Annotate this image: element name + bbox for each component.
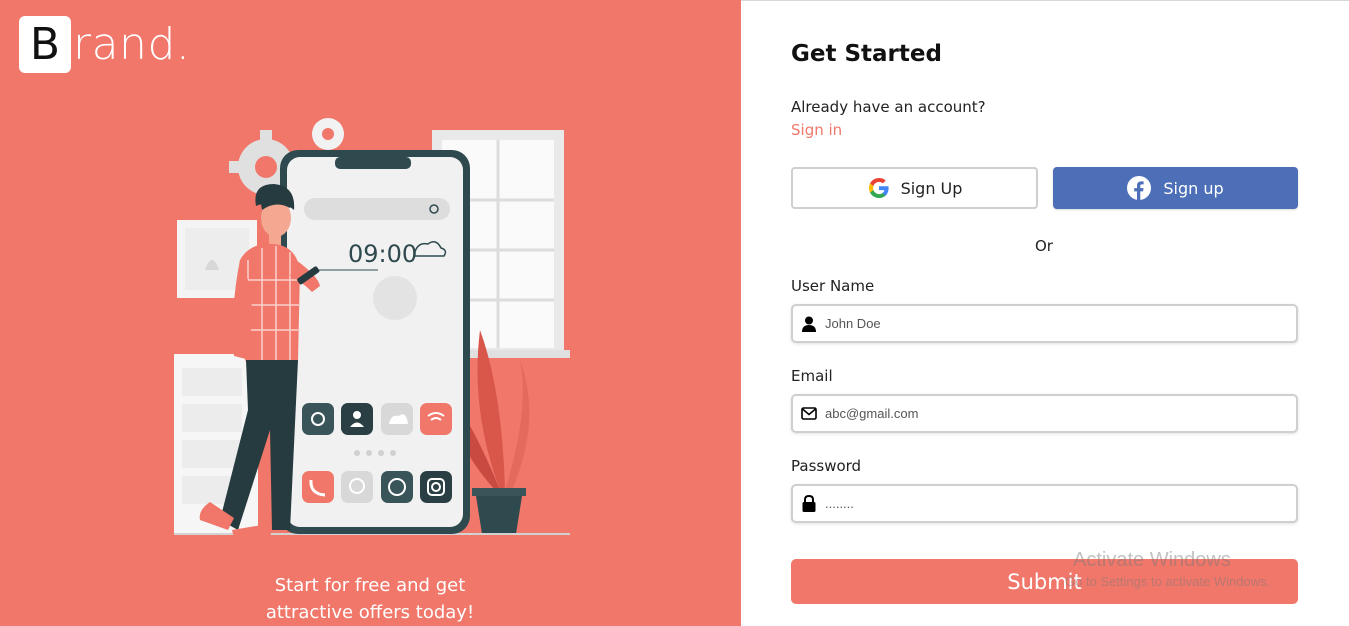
envelope-icon [793,407,825,420]
lock-icon [793,495,825,512]
already-account-text: Already have an account? [791,98,986,116]
signup-page: B rand. 09:00 Start for free and get att… [0,0,1349,626]
tagline-line-2: attractive offers today! [265,602,475,623]
form-title: Get Started [791,41,942,67]
username-label: User Name [791,277,875,295]
password-label: Password [791,457,862,475]
signup-form-panel: Get Started Already have an account? Sig… [741,0,1349,626]
brand-logo[interactable]: B rand. [19,16,190,73]
phone-illustration [280,150,470,534]
password-field[interactable] [791,484,1298,523]
hero-panel: B rand. 09:00 Start for free and get att… [0,0,741,626]
facebook-icon [1127,176,1152,200]
facebook-signup-label: Sign up [1163,178,1224,198]
password-input[interactable] [825,496,1285,511]
email-field[interactable] [791,394,1298,433]
google-signup-label: Sign Up [900,178,963,198]
tagline-line-1: Start for free and get [274,575,466,596]
submit-button[interactable]: Submit [791,559,1298,604]
username-field[interactable] [791,304,1298,343]
brand-logo-initial: B [19,16,71,73]
user-icon [793,316,825,332]
hero-tagline: Start for free and get attractive offers… [230,572,510,626]
email-label: Email [791,367,833,385]
or-divider: Or [1035,237,1053,255]
google-icon [868,178,889,198]
facebook-signup-button[interactable]: Sign up [1053,167,1298,209]
email-input[interactable] [825,406,1285,421]
phone-clock: 09:00 [348,240,417,268]
sign-in-link[interactable]: Sign in [791,121,842,139]
google-signup-button[interactable]: Sign Up [791,167,1038,209]
gear-icon-small [312,118,344,150]
username-input[interactable] [825,316,1285,331]
brand-logo-text: rand. [73,19,191,70]
hero-illustration: 09:00 [174,118,570,538]
